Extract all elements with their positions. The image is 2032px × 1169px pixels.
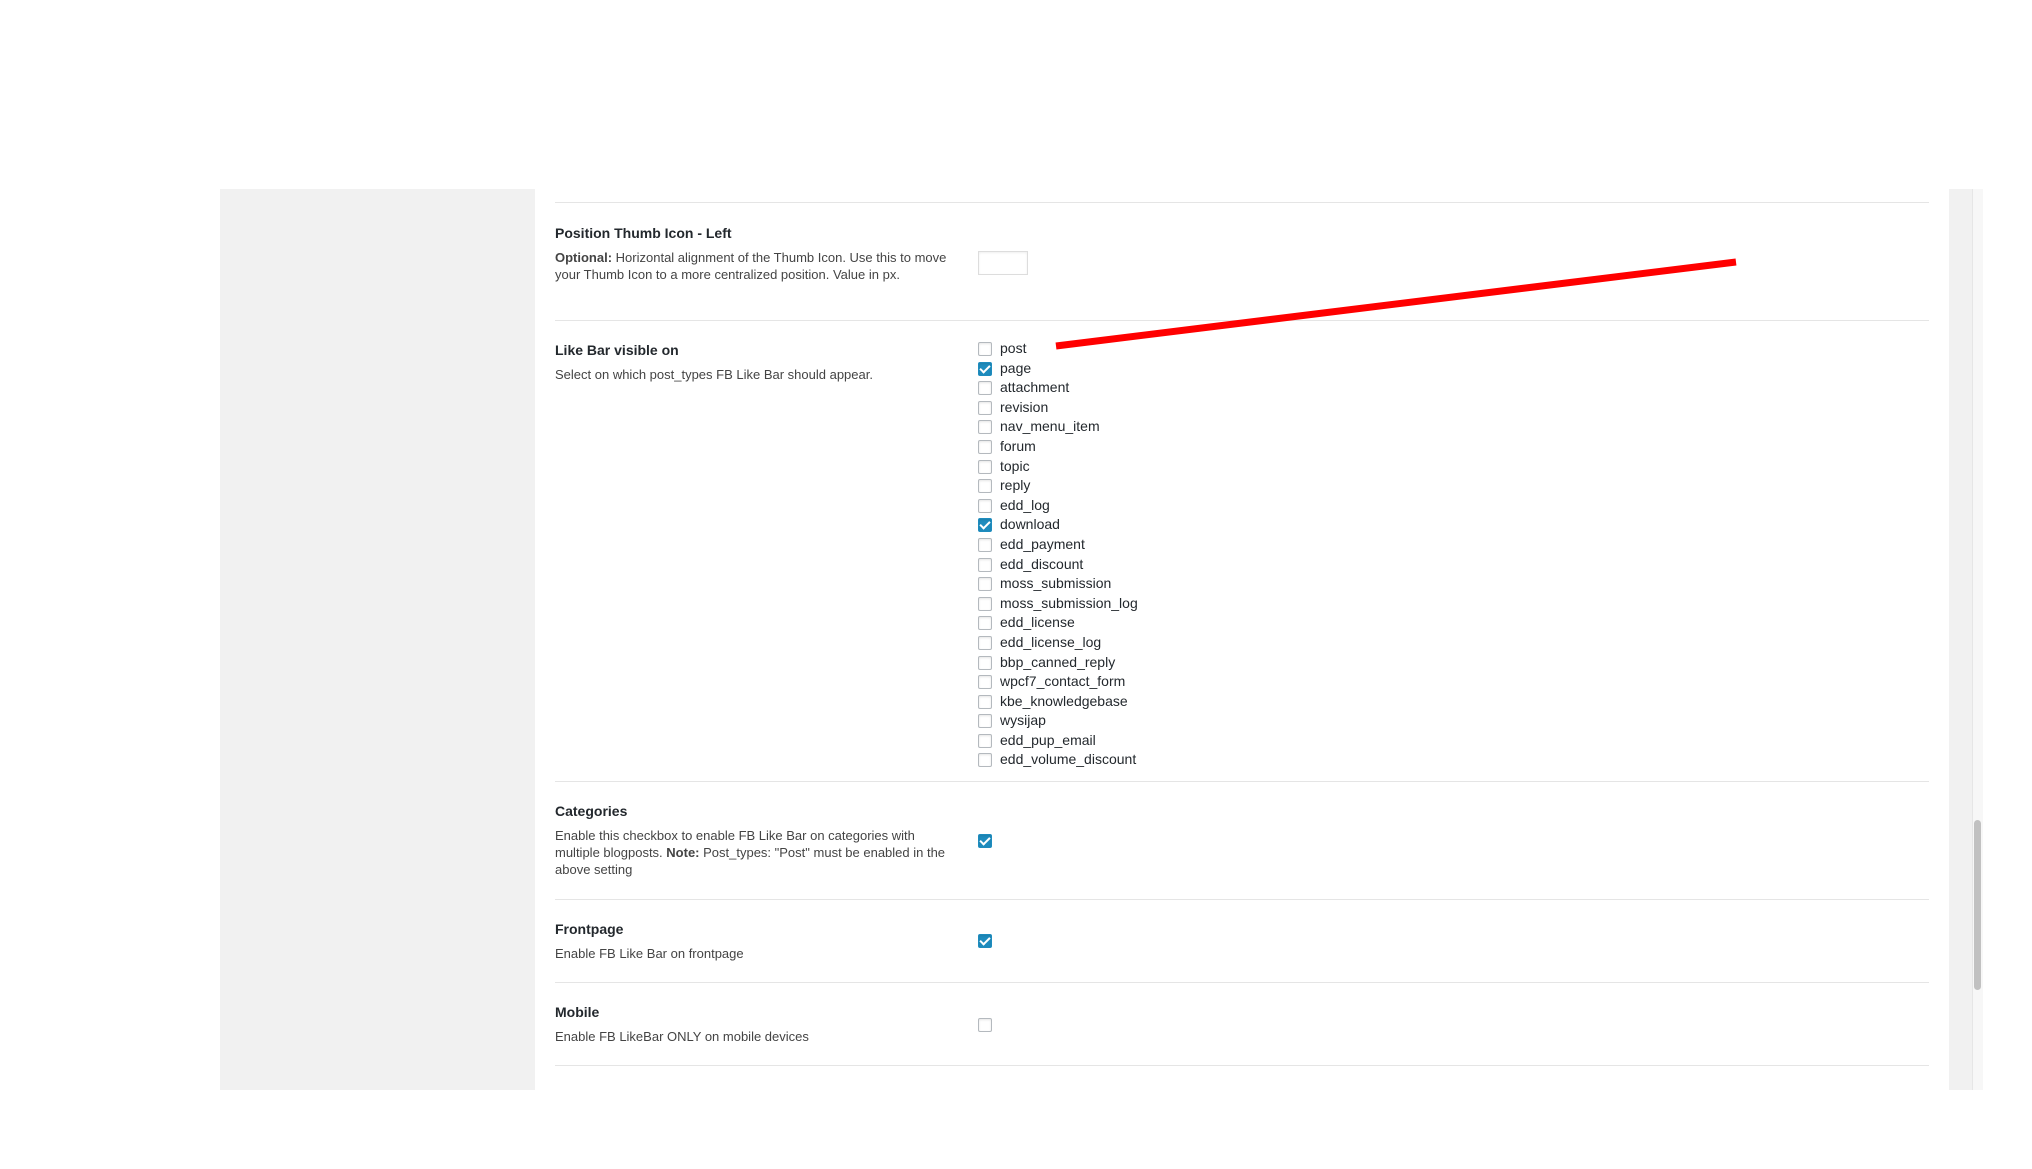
post-type-checkbox[interactable] [978,400,992,415]
categories-desc-bold: Note: [666,845,700,860]
post-type-checkbox[interactable] [978,714,992,729]
mobile-checkbox[interactable] [978,1018,992,1032]
post-type-label: kbe_knowledgebase [1000,692,1128,709]
frontpage-description: Enable FB Like Bar on frontpage [555,946,744,961]
post-type-label: post [1000,340,1027,356]
post-type-label: wysijap [1000,712,1046,729]
frontpage-title: Frontpage [555,921,624,937]
post-type-label: edd_volume_discount [1000,751,1137,768]
post-type-label: edd_license [1000,614,1075,631]
post-type-label: nav_menu_item [1000,418,1100,435]
row-divider [555,899,1929,900]
row-divider [555,320,1929,321]
like-bar-visible-title: Like Bar visible on [555,342,679,358]
post-type-checkbox[interactable] [978,616,992,631]
scrollbar-thumb[interactable] [1974,820,1981,990]
post-type-checkbox[interactable] [978,537,992,552]
post-type-checkbox[interactable] [978,361,992,376]
row-divider [555,781,1929,782]
row-divider [555,202,1929,203]
thumb-left-desc-bold: Optional: [555,250,613,265]
post-type-checkbox[interactable] [978,342,992,356]
categories-description: Enable this checkbox to enable FB Like B… [555,827,955,878]
post-type-label: revision [1000,398,1049,415]
thumb-left-desc-text: Horizontal alignment of the Thumb Icon. … [555,250,947,282]
post-type-label: edd_log [1000,496,1050,513]
post-type-label: edd_license_log [1000,633,1102,650]
row-divider [555,1065,1929,1066]
post-type-label: bbp_canned_reply [1000,653,1116,670]
mobile-title: Mobile [555,1004,600,1020]
post-type-label: moss_submission_log [1000,594,1138,611]
post-type-label: edd_pup_email [1000,731,1096,748]
post-type-checkbox[interactable] [978,518,992,533]
post-type-checkbox[interactable] [978,557,992,572]
thumb-left-input[interactable] [978,251,1028,275]
thumb-left-title: Position Thumb Icon - Left [555,225,732,241]
post-type-checkbox[interactable] [978,420,992,435]
post-type-checkbox[interactable] [978,733,992,748]
thumb-left-description: Optional: Horizontal alignment of the Th… [555,249,955,283]
like-bar-visible-description: Select on which post_types FB Like Bar s… [555,367,873,382]
categories-checkbox[interactable] [978,834,992,848]
post-type-label: moss_submission [1000,575,1112,592]
post-type-checkbox[interactable] [978,577,992,592]
post-type-checkbox[interactable] [978,381,992,396]
post-type-checkbox[interactable] [978,439,992,454]
post-type-label: attachment [1000,379,1070,396]
row-divider [555,982,1929,983]
mobile-description: Enable FB LikeBar ONLY on mobile devices [555,1029,809,1044]
post-type-label: page [1000,359,1032,376]
post-type-checkbox[interactable] [978,675,992,690]
post-type-checkbox[interactable] [978,694,992,709]
post-type-checkbox[interactable] [978,635,992,650]
post-type-checkbox[interactable] [978,753,992,768]
post-type-checkbox[interactable] [978,498,992,513]
post-type-checkbox[interactable] [978,596,992,611]
post-type-checkbox[interactable] [978,459,992,474]
post-type-label: topic [1000,457,1030,474]
settings-panel: Position Thumb Icon - Left Optional: Hor… [535,189,1949,1090]
admin-sidebar-area [220,189,535,1090]
categories-title: Categories [555,803,628,819]
post-type-label: download [1000,516,1060,533]
post-type-label: edd_discount [1000,555,1084,572]
post-type-label: reply [1000,477,1031,494]
post-type-label: forum [1000,437,1036,454]
post-type-label: wpcf7_contact_form [1000,673,1126,690]
post-type-checkbox[interactable] [978,479,992,494]
frontpage-checkbox[interactable] [978,934,992,948]
post-type-label: edd_payment [1000,535,1085,552]
post-type-checkbox[interactable] [978,655,992,670]
